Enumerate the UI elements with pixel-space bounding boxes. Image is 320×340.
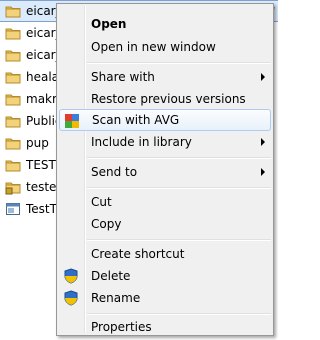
menu-separator — [87, 239, 271, 241]
menu-item-rename[interactable]: Rename — [59, 287, 271, 309]
menu-item-label: Open in new window — [91, 40, 216, 54]
folder-icon — [5, 91, 21, 107]
menu-item-label: Rename — [91, 291, 141, 305]
folder-icon — [5, 157, 21, 173]
menu-item-label: Share with — [91, 70, 155, 84]
menu-item-label: Restore previous versions — [91, 92, 246, 106]
menu-item-share-with[interactable]: Share with — [59, 66, 271, 88]
menu-separator — [87, 313, 271, 315]
submenu-arrow-icon — [261, 73, 265, 81]
folder-icon — [5, 113, 21, 129]
menu-separator — [87, 187, 271, 189]
menu-item-open[interactable]: Open — [59, 13, 271, 35]
menu-item-restore-previous-versions[interactable]: Restore previous versions — [59, 88, 271, 110]
file-name: pup — [26, 136, 49, 150]
menu-item-include-in-library[interactable]: Include in library — [59, 131, 271, 153]
folder-icon — [5, 3, 21, 19]
menu-item-send-to[interactable]: Send to — [59, 161, 271, 183]
menu-item-label: Copy — [91, 217, 122, 231]
menu-item-copy[interactable]: Copy — [59, 213, 271, 235]
locked-folder-icon — [5, 179, 21, 195]
menu-item-scan-with-avg[interactable]: Scan with AVG — [59, 109, 271, 131]
menu-item-open-new-window[interactable]: Open in new window — [59, 36, 271, 58]
context-menu: Open Open in new window Share with Resto… — [56, 3, 274, 336]
menu-item-delete[interactable]: Delete — [59, 265, 271, 287]
menu-item-properties[interactable]: Properties — [59, 316, 271, 338]
menu-item-cut[interactable]: Cut — [59, 191, 271, 213]
submenu-arrow-icon — [261, 138, 265, 146]
window-file-icon — [5, 201, 21, 217]
avg-icon — [64, 113, 80, 129]
menu-item-label: Open — [91, 17, 127, 31]
menu-item-create-shortcut[interactable]: Create shortcut — [59, 243, 271, 265]
menu-item-label: Cut — [91, 195, 112, 209]
folder-icon — [5, 25, 21, 41]
uac-shield-icon — [63, 268, 79, 284]
file-name: TestT — [26, 202, 57, 216]
explorer-window: eicar_archives 7/ eicar_ eicar_ healal — [0, 0, 278, 340]
menu-item-label: Send to — [91, 165, 138, 179]
menu-item-label: Create shortcut — [91, 247, 185, 261]
folder-icon — [5, 135, 21, 151]
menu-item-label: Include in library — [91, 135, 192, 149]
menu-item-label: Scan with AVG — [92, 113, 180, 127]
menu-separator — [87, 62, 271, 64]
menu-item-label: Delete — [91, 269, 131, 283]
uac-shield-icon — [63, 290, 79, 306]
menu-item-label: Properties — [91, 320, 152, 334]
folder-icon — [5, 69, 21, 85]
folder-icon — [5, 47, 21, 63]
menu-separator — [87, 157, 271, 159]
submenu-arrow-icon — [261, 168, 265, 176]
